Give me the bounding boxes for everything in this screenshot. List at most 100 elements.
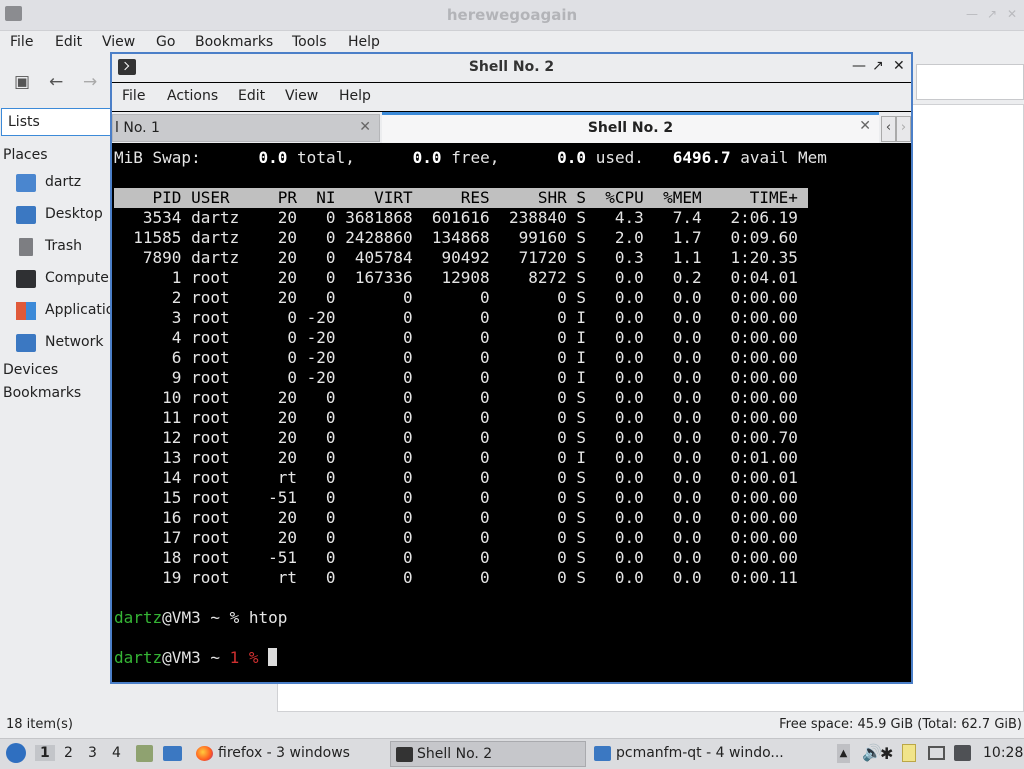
desktop-icon	[16, 206, 36, 224]
process-row: 7890 dartz 20 0 405784 90492 71720 S 0.3…	[114, 248, 798, 267]
process-row: 6 root 0 -20 0 0 0 I 0.0 0.0 0:00.00	[114, 348, 798, 367]
path-bar[interactable]	[916, 64, 1024, 100]
place-computer[interactable]: Computer	[16, 268, 116, 292]
terminal-titlebar: Shell No. 2 — ↗ ✕	[112, 54, 911, 82]
screenshot-icon[interactable]	[954, 745, 971, 761]
workspace-4[interactable]: 4	[112, 745, 121, 761]
menu-go[interactable]: Go	[156, 34, 175, 50]
close-icon[interactable]: ✕	[893, 58, 905, 74]
devices-header[interactable]: Devices	[3, 362, 58, 378]
file-manager-titlebar: herewegoagain — ↗ ✕	[0, 0, 1024, 31]
taskbar: 1 2 3 4 firefox - 3 windows Shell No. 2 …	[0, 738, 1024, 769]
task-firefox[interactable]: firefox - 3 windows	[196, 741, 386, 767]
start-menu-icon[interactable]	[6, 743, 26, 763]
terminal-title: Shell No. 2	[468, 59, 555, 75]
firefox-icon	[196, 746, 213, 761]
tab-close-icon[interactable]: ✕	[859, 118, 871, 134]
places-header: Places	[3, 147, 48, 163]
show-desktop-icon[interactable]	[163, 746, 182, 761]
task-pcmanfm[interactable]: pcmanfm-qt - 4 windo...	[594, 741, 794, 767]
terminal-tabbar: l No. 1 ✕ Shell No. 2 ✕ ‹ ›	[112, 112, 911, 143]
menu-bookmarks[interactable]: Bookmarks	[195, 34, 273, 50]
process-table-header: PID USER PR NI VIRT RES SHR S %CPU %MEM …	[114, 188, 808, 208]
home-folder-icon	[16, 174, 36, 192]
free-space: Free space: 45.9 GiB (Total: 62.7 GiB)	[779, 717, 1022, 732]
term-menu-actions[interactable]: Actions	[167, 88, 218, 104]
bluetooth-icon[interactable]: ✱	[880, 744, 893, 763]
process-row: 4 root 0 -20 0 0 0 I 0.0 0.0 0:00.00	[114, 328, 798, 347]
back-arrow-icon[interactable]: ←	[49, 72, 63, 92]
place-network[interactable]: Network	[16, 332, 116, 356]
network-icon	[16, 334, 36, 352]
clock[interactable]: 10:28	[983, 745, 1023, 761]
prompt-line-1: dartz@VM3 ~ % htop	[114, 608, 288, 627]
process-row: 10 root 20 0 0 0 0 S 0.0 0.0 0:00.00	[114, 388, 798, 407]
process-row: 14 root rt 0 0 0 0 S 0.0 0.0 0:00.01	[114, 468, 798, 487]
trash-icon	[19, 238, 33, 256]
prompt-line-2: dartz@VM3 ~ 1 %	[114, 648, 278, 668]
menu-edit[interactable]: Edit	[55, 34, 82, 50]
new-tab-icon[interactable]: ▣	[14, 72, 30, 92]
workspace-1[interactable]: 1	[35, 745, 55, 761]
bookmarks-header[interactable]: Bookmarks	[3, 385, 81, 401]
close-icon[interactable]: ✕	[1007, 7, 1017, 21]
item-count: 18 item(s)	[6, 717, 73, 732]
maximize-icon[interactable]: ↗	[872, 58, 884, 74]
process-row: 12 root 20 0 0 0 0 S 0.0 0.0 0:00.70	[114, 428, 798, 447]
side-pane-mode-select[interactable]: Lists	[1, 108, 113, 136]
menu-tools[interactable]: Tools	[292, 34, 327, 50]
terminal-menubar: File Actions Edit View Help	[112, 83, 911, 111]
process-row: 9 root 0 -20 0 0 0 I 0.0 0.0 0:00.00	[114, 368, 798, 387]
process-row: 1 root 20 0 167336 12908 8272 S 0.0 0.2 …	[114, 268, 798, 287]
text-cursor	[268, 648, 278, 666]
scroll-up-icon[interactable]: ▲	[837, 744, 850, 763]
term-menu-edit[interactable]: Edit	[238, 88, 265, 104]
process-row: 3534 dartz 20 0 3681868 601616 238840 S …	[114, 208, 798, 227]
menu-view[interactable]: View	[102, 34, 135, 50]
maximize-icon[interactable]: ↗	[987, 7, 997, 21]
menu-file[interactable]: File	[10, 34, 33, 50]
tab-shell-2[interactable]: Shell No. 2 ✕	[382, 112, 879, 143]
process-row: 11585 dartz 20 0 2428860 134868 99160 S …	[114, 228, 798, 247]
process-row: 13 root 20 0 0 0 0 I 0.0 0.0 0:01.00	[114, 448, 798, 467]
folder-icon	[594, 746, 611, 761]
process-row: 16 root 20 0 0 0 0 S 0.0 0.0 0:00.00	[114, 508, 798, 527]
terminal-window: Shell No. 2 — ↗ ✕ File Actions Edit View…	[110, 52, 913, 684]
minimize-icon[interactable]: —	[966, 7, 978, 21]
terminal-screen[interactable]: MiB Swap: 0.0 total, 0.0 free, 0.0 used.…	[114, 146, 909, 682]
forward-arrow-icon[interactable]: →	[83, 72, 97, 92]
process-row: 2 root 20 0 0 0 0 S 0.0 0.0 0:00.00	[114, 288, 798, 307]
tab-close-icon[interactable]: ✕	[359, 119, 371, 135]
applications-icon	[16, 302, 36, 320]
file-manager-launcher-icon[interactable]	[136, 745, 153, 762]
process-row: 18 root -51 0 0 0 0 S 0.0 0.0 0:00.00	[114, 548, 798, 567]
minimize-icon[interactable]: —	[852, 58, 866, 74]
place-trash[interactable]: Trash	[16, 236, 116, 260]
menu-help[interactable]: Help	[348, 34, 380, 50]
term-menu-file[interactable]: File	[122, 88, 145, 104]
computer-icon	[16, 270, 36, 288]
term-menu-view[interactable]: View	[285, 88, 318, 104]
process-row: 19 root rt 0 0 0 0 S 0.0 0.0 0:00.11	[114, 568, 798, 587]
term-menu-help[interactable]: Help	[339, 88, 371, 104]
workspace-3[interactable]: 3	[88, 745, 97, 761]
workspace-2[interactable]: 2	[64, 745, 73, 761]
volume-icon[interactable]: 🔊	[862, 743, 882, 762]
network-status-icon[interactable]	[928, 746, 945, 760]
process-row: 15 root -51 0 0 0 0 S 0.0 0.0 0:00.00	[114, 488, 798, 507]
task-shell-2[interactable]: Shell No. 2	[390, 741, 586, 767]
place-dartz[interactable]: dartz	[16, 172, 116, 196]
process-row: 17 root 20 0 0 0 0 S 0.0 0.0 0:00.00	[114, 528, 798, 547]
place-desktop[interactable]: Desktop	[16, 204, 116, 228]
file-manager-title: herewegoagain	[446, 6, 578, 24]
file-manager-statusbar: 18 item(s) Free space: 45.9 GiB (Total: …	[0, 714, 1024, 736]
tab-scroll-left-icon[interactable]: ‹	[881, 116, 896, 142]
clipboard-icon[interactable]	[902, 744, 916, 762]
terminal-icon	[396, 747, 413, 762]
swap-summary-line: MiB Swap: 0.0 total, 0.0 free, 0.0 used.…	[114, 148, 827, 167]
place-applications[interactable]: Applications	[16, 300, 131, 324]
tab-scroll-right-icon[interactable]: ›	[896, 116, 911, 142]
process-row: 11 root 20 0 0 0 0 S 0.0 0.0 0:00.00	[114, 408, 798, 427]
side-pane-mode-label: Lists	[8, 114, 40, 130]
tab-shell-1[interactable]: l No. 1 ✕	[112, 114, 380, 142]
